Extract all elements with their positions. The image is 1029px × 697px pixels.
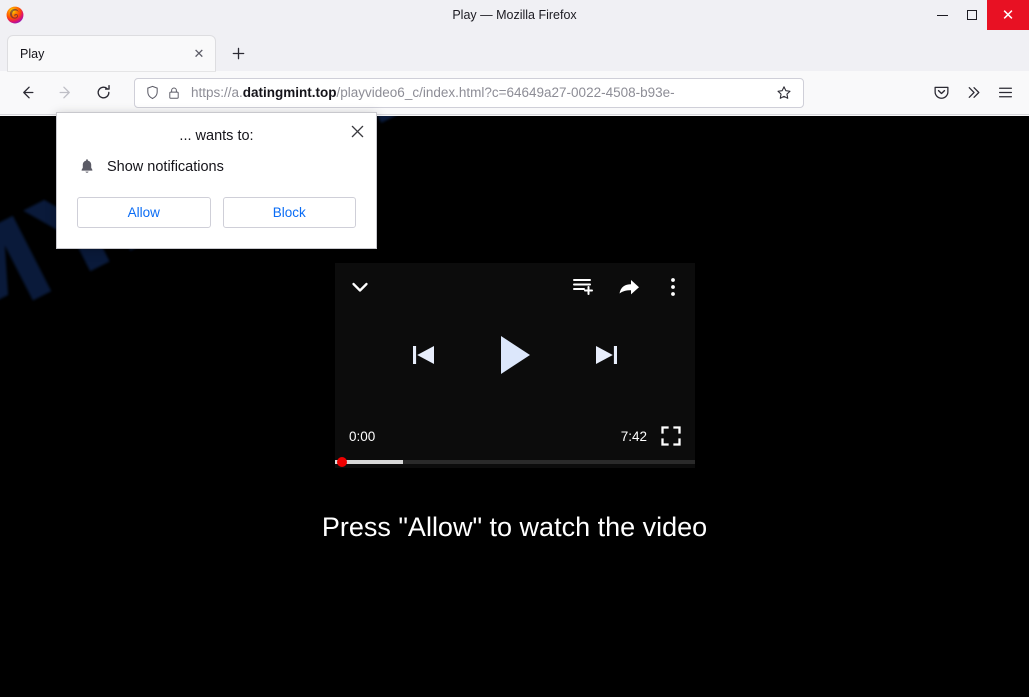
notification-permission-popup: ... wants to: Show notifications Allow B… (56, 112, 377, 249)
navigation-toolbar: https://a.datingmint.top/playvideo6_c/in… (0, 71, 1029, 115)
play-icon[interactable] (495, 333, 535, 377)
popup-close-button[interactable] (346, 120, 368, 142)
forward-arrow-icon (59, 86, 70, 99)
reload-button[interactable] (87, 77, 119, 109)
hamburger-menu-icon (998, 87, 1012, 98)
new-tab-button[interactable] (223, 38, 253, 68)
add-to-queue-icon[interactable] (571, 275, 595, 299)
close-icon (351, 125, 363, 137)
forward-button[interactable] (49, 77, 81, 109)
overflow-menu-button[interactable] (957, 77, 989, 109)
player-status-bar: 0:00 7:42 (335, 422, 695, 450)
minimize-icon (936, 14, 948, 16)
skip-previous-icon[interactable] (409, 340, 439, 370)
bookmark-star-icon[interactable] (771, 85, 797, 101)
duration-time: 7:42 (620, 428, 647, 444)
call-to-action-text: Press "Allow" to watch the video (321, 512, 708, 542)
title-bar: Play — Mozilla Firefox ✕ (0, 0, 1029, 30)
permission-label: Show notifications (107, 158, 224, 175)
skip-next-icon[interactable] (591, 340, 621, 370)
player-top-bar (335, 263, 695, 311)
app-menu-button[interactable] (989, 77, 1021, 109)
tab-close-icon[interactable]: ✕ (189, 44, 209, 64)
tab-title: Play (20, 46, 45, 61)
back-arrow-icon (22, 86, 33, 99)
popup-heading: ... wants to: (179, 128, 254, 144)
block-button[interactable]: Block (222, 197, 356, 228)
window-title: Play — Mozilla Firefox (452, 8, 577, 22)
url-scheme: https://a. (191, 85, 243, 100)
chevron-double-right-icon (968, 87, 979, 98)
window-controls: ✕ (927, 0, 1029, 30)
url-domain: datingmint.top (242, 85, 337, 100)
tab-bar: Play ✕ (0, 30, 1029, 71)
pocket-button[interactable] (925, 77, 957, 109)
progress-handle[interactable] (337, 457, 347, 467)
back-button[interactable] (11, 77, 43, 109)
url-path: /playvideo6_c/index.html?c=64649a27-0022… (336, 85, 675, 100)
address-bar[interactable]: https://a.datingmint.top/playvideo6_c/in… (134, 77, 804, 108)
browser-window: Play — Mozilla Firefox ✕ Play ✕ https://… (0, 0, 1029, 697)
reload-icon (97, 85, 110, 99)
video-player[interactable]: 0:00 7:42 (335, 263, 695, 468)
bell-icon (79, 158, 95, 175)
chevron-down-icon[interactable] (347, 274, 373, 300)
popup-actions: Allow Block (57, 175, 376, 248)
progress-bar[interactable] (335, 457, 695, 467)
player-transport-controls (335, 333, 695, 377)
current-time: 0:00 (349, 428, 376, 444)
player-actions (571, 275, 683, 299)
allow-button[interactable]: Allow (77, 197, 211, 228)
fullscreen-icon[interactable] (661, 426, 681, 446)
url-text[interactable]: https://a.datingmint.top/playvideo6_c/in… (185, 85, 771, 100)
browser-tab[interactable]: Play ✕ (8, 36, 215, 71)
share-icon[interactable] (617, 275, 641, 299)
pocket-icon (933, 86, 949, 99)
toolbar-right-group (925, 77, 1021, 109)
permission-request-row: Show notifications (57, 144, 376, 175)
kebab-menu-icon[interactable] (663, 275, 683, 299)
minimize-button[interactable] (927, 0, 957, 30)
close-window-button[interactable]: ✕ (987, 0, 1029, 30)
maximize-button[interactable] (957, 0, 987, 30)
lock-icon[interactable] (163, 86, 185, 100)
close-icon: ✕ (1001, 6, 1015, 24)
firefox-logo-icon (6, 6, 24, 24)
maximize-icon (967, 10, 977, 20)
tracking-protection-shield-icon[interactable] (141, 85, 163, 100)
plus-icon (232, 47, 244, 59)
